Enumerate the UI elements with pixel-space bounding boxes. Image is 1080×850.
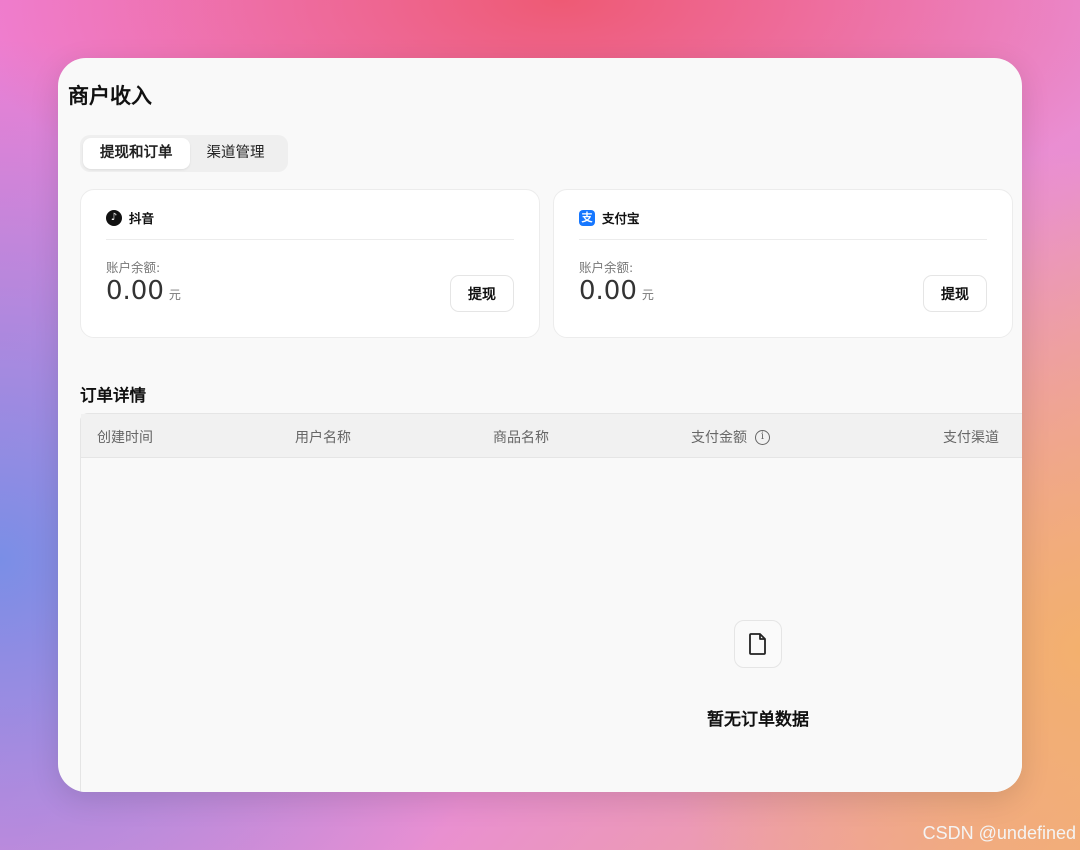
tab-withdraw-orders[interactable]: 提现和订单 <box>83 138 190 169</box>
divider <box>106 239 514 240</box>
balance-label: 账户余额: <box>106 260 161 275</box>
balance-amount: 0.00 <box>106 276 164 306</box>
douyin-account-card: ♪ 抖音 账户余额: 0.00 元 提现 <box>80 189 540 338</box>
alipay-icon: 支 <box>579 209 595 226</box>
balance-row: 0.00 元 <box>106 276 181 306</box>
balance-label: 账户余额: <box>579 260 634 275</box>
withdraw-button[interactable]: 提现 <box>450 275 514 312</box>
account-name: 抖音 <box>129 211 155 226</box>
balance-amount: 0.00 <box>579 276 637 306</box>
withdraw-button[interactable]: 提现 <box>923 275 987 312</box>
douyin-icon: ♪ <box>106 209 122 226</box>
orders-table: 创建时间 用户名称 商品名称 支付金额 i 支付渠道 暂无订单数据 <box>80 413 1022 792</box>
tab-channel-management[interactable]: 渠道管理 <box>190 138 282 169</box>
page-title: 商户收入 <box>68 84 152 108</box>
column-payment-amount[interactable]: 支付金额 i <box>691 427 770 447</box>
empty-state-text: 暂无订单数据 <box>707 710 809 730</box>
card-header: 支 支付宝 <box>579 208 640 227</box>
column-created-time[interactable]: 创建时间 <box>97 427 153 447</box>
orders-section-title: 订单详情 <box>80 386 146 405</box>
merchant-income-window: 商户收入 提现和订单 渠道管理 ♪ 抖音 账户余额: 0.00 元 提现 支 支… <box>58 58 1022 792</box>
table-header: 创建时间 用户名称 商品名称 支付金额 i 支付渠道 <box>81 414 1022 458</box>
balance-row: 0.00 元 <box>579 276 654 306</box>
alipay-account-card: 支 支付宝 账户余额: 0.00 元 提现 <box>553 189 1013 338</box>
column-payment-channel[interactable]: 支付渠道 <box>943 427 999 447</box>
column-user-name[interactable]: 用户名称 <box>295 427 351 447</box>
currency-unit: 元 <box>641 288 654 302</box>
divider <box>579 239 987 240</box>
file-icon <box>734 620 782 668</box>
card-header: ♪ 抖音 <box>106 208 154 227</box>
watermark: CSDN @undefined <box>922 823 1076 843</box>
tab-bar: 提现和订单 渠道管理 <box>80 135 288 172</box>
info-icon[interactable]: i <box>755 429 770 445</box>
column-product-name[interactable]: 商品名称 <box>493 427 549 447</box>
account-name: 支付宝 <box>602 211 640 226</box>
currency-unit: 元 <box>168 288 181 302</box>
